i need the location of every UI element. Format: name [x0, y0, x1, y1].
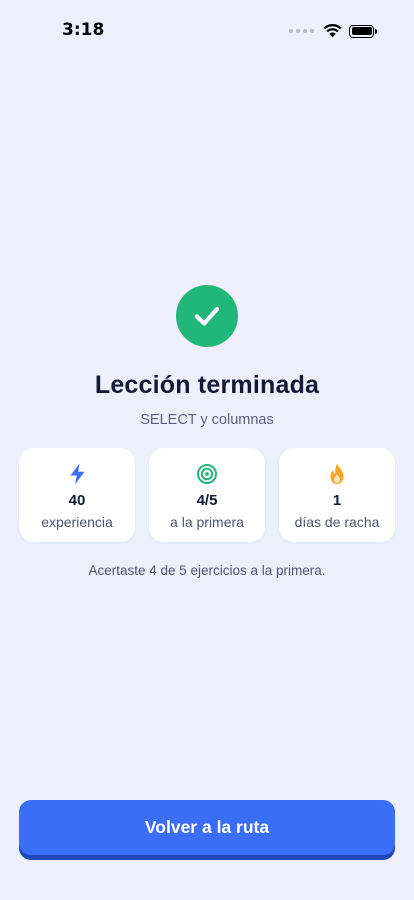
- stat-label: experiencia: [41, 514, 113, 530]
- stat-card-first-try: 4/5 a la primera: [149, 448, 265, 542]
- cellular-signal-icon: [289, 29, 314, 33]
- page-title: Lección terminada: [94, 371, 320, 399]
- stat-value: 1: [332, 492, 342, 509]
- stat-value: 4/5: [196, 492, 218, 509]
- lesson-subtitle: SELECT y columnas: [140, 412, 274, 428]
- stat-label: a la primera: [170, 514, 244, 530]
- status-bar: 3:18: [0, 0, 414, 62]
- battery-icon: [349, 24, 377, 38]
- stat-card-experience: 40 experiencia: [19, 448, 135, 542]
- success-check-icon: [176, 285, 238, 347]
- flame-icon: [328, 462, 346, 486]
- lesson-complete-screen: 3:18 Lección terminada SELECT y columnas: [0, 0, 414, 900]
- stats-row: 40 experiencia 4/5 a la primera 1 días d…: [19, 448, 395, 542]
- stat-value: 40: [68, 492, 86, 509]
- back-to-path-button[interactable]: Volver a la ruta: [19, 800, 395, 855]
- stat-card-streak: 1 días de racha: [279, 448, 395, 542]
- status-time: 3:18: [62, 20, 105, 40]
- status-indicators: [289, 24, 377, 38]
- lightning-icon: [69, 462, 86, 486]
- wifi-icon: [323, 24, 342, 38]
- summary-text: Acertaste 4 de 5 ejercicios a la primera…: [88, 563, 326, 578]
- target-icon: [196, 462, 218, 486]
- stat-label: días de racha: [294, 514, 380, 530]
